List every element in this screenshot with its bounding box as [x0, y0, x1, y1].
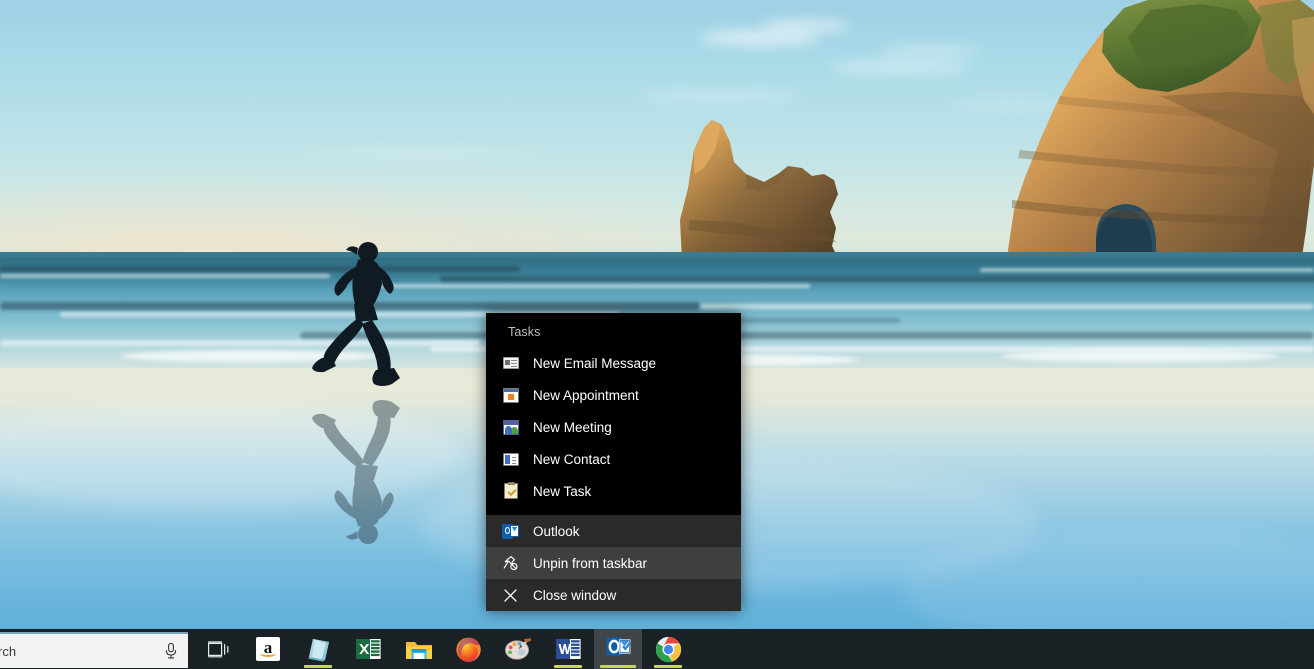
new-appointment-icon: [502, 387, 519, 404]
menu-item-label: Outlook: [533, 523, 580, 539]
wave-foam: [700, 304, 1314, 309]
search-input[interactable]: rch: [0, 632, 188, 668]
chrome-button[interactable]: [644, 629, 692, 669]
running-indicator: [304, 665, 332, 668]
wave-crest: [440, 276, 1314, 282]
firefox-icon: [455, 636, 481, 662]
word-button[interactable]: [544, 629, 592, 669]
onenote-button[interactable]: [294, 629, 342, 669]
amazon-button[interactable]: a: [244, 629, 292, 669]
wave-foam: [980, 268, 1314, 272]
search-input-value: rch: [0, 643, 17, 659]
outlook-icon: [502, 523, 519, 540]
excel-icon: [356, 637, 381, 661]
onenote-icon: [305, 636, 331, 662]
menu-item-label: New Task: [533, 483, 592, 499]
running-indicator: [600, 665, 636, 668]
new-meeting-icon: [502, 419, 519, 436]
amazon-icon: a: [256, 637, 280, 661]
menu-item-label: New Appointment: [533, 387, 639, 403]
cloud: [700, 30, 820, 46]
word-icon: [556, 637, 581, 661]
wave-crest: [0, 266, 520, 272]
running-indicator: [654, 665, 682, 668]
paint-icon: [504, 637, 532, 661]
task-view-button[interactable]: [194, 629, 242, 669]
jumplist-tasks-group: New Email Message New Appointment New Me…: [486, 347, 741, 515]
task-view-icon: [208, 641, 229, 658]
wave-foam: [0, 274, 330, 278]
cloud: [760, 20, 850, 32]
wave-foam: [380, 284, 810, 288]
new-contact-icon: [502, 451, 519, 468]
new-email-icon: [502, 355, 519, 372]
outlook-jumplist-menu[interactable]: Tasks New Email Message New Appointment …: [486, 313, 741, 611]
menu-item-new-task[interactable]: New Task: [486, 475, 741, 507]
desktop-screen: Tasks New Email Message New Appointment …: [0, 0, 1314, 669]
outlook-icon: [605, 634, 632, 664]
close-window-icon: [502, 587, 519, 604]
cloud: [300, 150, 540, 160]
running-indicator: [554, 665, 582, 668]
runner-reflection: [312, 400, 400, 544]
wave-crest: [300, 332, 1314, 339]
outlook-button[interactable]: [594, 629, 642, 669]
menu-item-label: Unpin from taskbar: [533, 555, 648, 571]
unpin-icon: [502, 555, 519, 572]
cloud: [880, 45, 980, 57]
chrome-icon: [655, 636, 682, 663]
taskbar: rch a: [0, 629, 1314, 669]
paint-button[interactable]: [494, 629, 542, 669]
new-task-icon: [502, 481, 519, 500]
menu-item-label: New Meeting: [533, 419, 612, 435]
excel-button[interactable]: [344, 629, 392, 669]
microphone-icon[interactable]: [164, 642, 178, 660]
folder-icon: [405, 638, 432, 660]
jumplist-header: Tasks: [508, 325, 541, 339]
menu-item-close-window[interactable]: Close window: [486, 579, 741, 611]
menu-item-new-contact[interactable]: New Contact: [486, 443, 741, 475]
file-explorer-button[interactable]: [394, 629, 442, 669]
menu-item-outlook[interactable]: Outlook: [486, 515, 741, 547]
firefox-button[interactable]: [444, 629, 492, 669]
wave-foam: [1000, 350, 1280, 362]
menu-item-unpin-from-taskbar[interactable]: Unpin from taskbar: [486, 547, 741, 579]
menu-item-new-appointment[interactable]: New Appointment: [486, 379, 741, 411]
menu-item-label: New Email Message: [533, 355, 657, 371]
menu-item-new-meeting[interactable]: New Meeting: [486, 411, 741, 443]
rock-stack-right: [1008, 0, 1314, 286]
menu-item-label: Close window: [533, 587, 617, 603]
jumplist-actions-group: Outlook Unpin from taskbar Close window: [486, 515, 741, 611]
runner-silhouette: [312, 242, 400, 386]
menu-item-new-email-message[interactable]: New Email Message: [486, 347, 741, 379]
menu-item-label: New Contact: [533, 451, 611, 467]
